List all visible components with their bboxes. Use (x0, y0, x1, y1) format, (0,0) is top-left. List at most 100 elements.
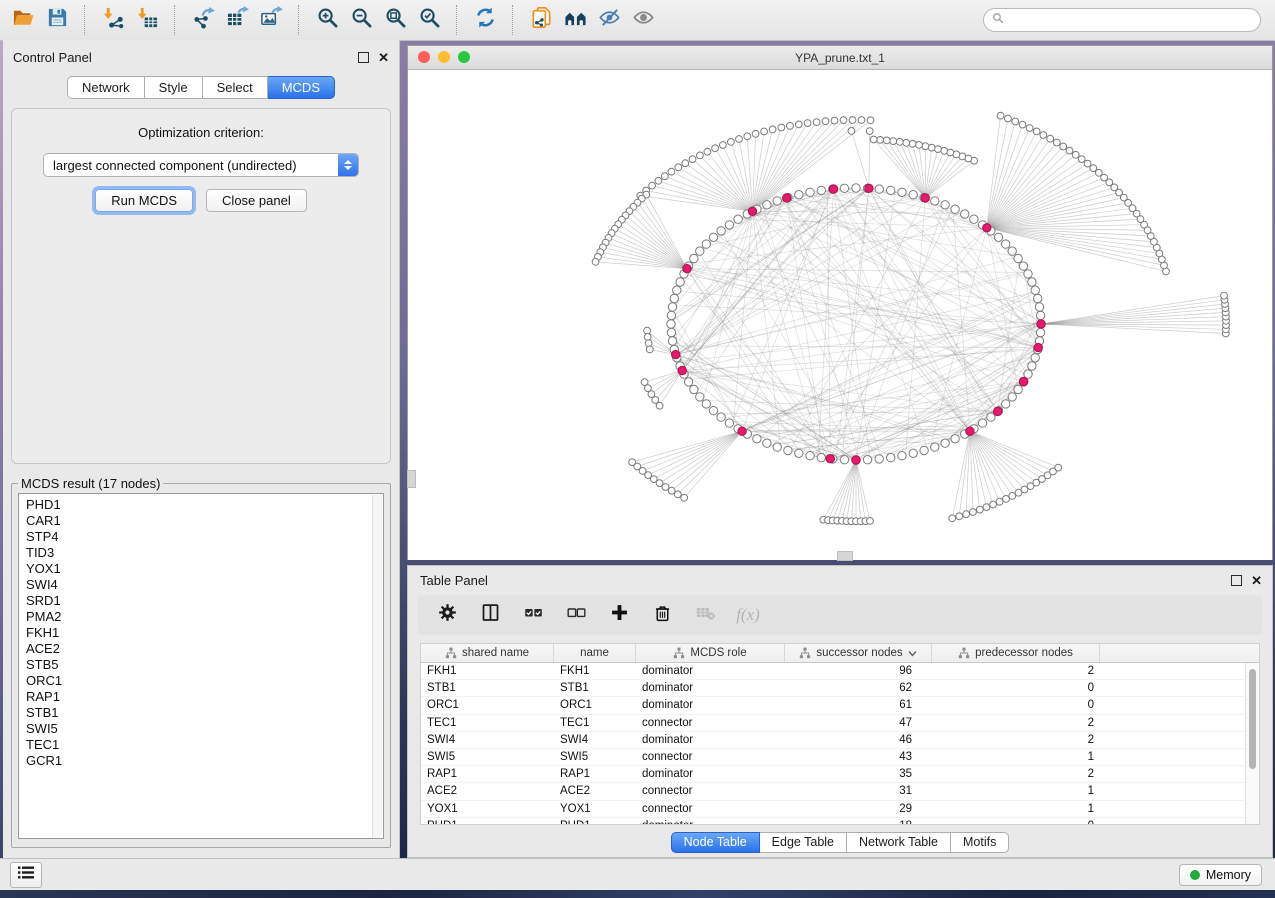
zoom-traffic-light[interactable] (458, 51, 470, 63)
save-floppy-icon (46, 6, 69, 34)
export-network-button[interactable] (186, 4, 220, 36)
add-column-button[interactable] (606, 602, 632, 628)
list-item[interactable]: STP4 (26, 529, 383, 545)
save-session-button[interactable] (40, 4, 74, 36)
table-row[interactable]: ACE2ACE2connector311 (421, 783, 1259, 800)
close-panel-icon[interactable]: ✕ (1251, 574, 1262, 587)
network-graph[interactable] (408, 70, 1272, 560)
list-item[interactable]: PHD1 (26, 497, 383, 513)
mcds-result-list[interactable]: PHD1 CAR1 STP4 TID3 YOX1 SWI4 SRD1 PMA2 … (18, 493, 384, 839)
zoom-out-button[interactable] (344, 4, 378, 36)
split-pane-handle[interactable] (837, 551, 853, 561)
column-header-predecessor-nodes[interactable]: predecessor nodes (932, 644, 1100, 662)
memory-button[interactable]: Memory (1179, 864, 1262, 886)
table-panel-header: Table Panel ✕ (408, 566, 1272, 592)
column-header-successor-nodes[interactable]: successor nodes (785, 644, 932, 662)
zoom-fit-button[interactable] (378, 4, 412, 36)
network-window-titlebar[interactable]: YPA_prune.txt_1 (408, 46, 1272, 70)
list-item[interactable]: ACE2 (26, 641, 383, 657)
list-item[interactable]: STB1 (26, 705, 383, 721)
tab-mcds[interactable]: MCDS (268, 76, 335, 99)
show-columns-button[interactable] (477, 602, 503, 628)
table-scrollbar[interactable] (1245, 663, 1259, 824)
column-header-shared-name[interactable]: shared name (421, 644, 554, 662)
table-row[interactable]: SWI4SWI4dominator462 (421, 732, 1259, 749)
select-all-button[interactable] (520, 602, 546, 628)
table-row[interactable]: YOX1YOX1connector291 (421, 801, 1259, 818)
table-row[interactable]: RAP1RAP1dominator352 (421, 766, 1259, 783)
table-toolbar: f(x) (418, 595, 1262, 635)
scrollbar-thumb[interactable] (1249, 669, 1256, 769)
tab-style[interactable]: Style (145, 76, 203, 99)
list-item[interactable]: YOX1 (26, 561, 383, 577)
tab-network-table[interactable]: Network Table (847, 832, 951, 853)
list-item[interactable]: RAP1 (26, 689, 383, 705)
deselect-all-button[interactable] (563, 602, 589, 628)
export-image-button[interactable] (254, 4, 288, 36)
table-row[interactable]: SWI5SWI5connector431 (421, 749, 1259, 766)
table-row[interactable]: ORC1ORC1dominator610 (421, 697, 1259, 714)
column-header-name[interactable]: name (554, 644, 636, 662)
close-panel-button[interactable]: Close panel (206, 189, 307, 212)
open-session-button[interactable] (6, 4, 40, 36)
search-input[interactable] (1009, 10, 1260, 30)
list-item[interactable]: SRD1 (26, 593, 383, 609)
task-history-button[interactable] (10, 862, 42, 888)
first-neighbors-button[interactable] (558, 4, 592, 36)
hide-selected-button[interactable] (592, 4, 626, 36)
table-row[interactable]: FKH1FKH1dominator962 (421, 663, 1259, 680)
zoom-in-button[interactable] (310, 4, 344, 36)
refresh-layout-button[interactable] (468, 4, 502, 36)
close-traffic-light[interactable] (418, 51, 430, 63)
export-table-button[interactable] (220, 4, 254, 36)
list-item[interactable]: FKH1 (26, 625, 383, 641)
table-row[interactable]: PHD1PHD1dominator180 (421, 818, 1259, 825)
delete-column-button[interactable] (649, 602, 675, 628)
table-row[interactable]: STB1STB1dominator620 (421, 680, 1259, 697)
column-header-filler (1100, 644, 1259, 662)
float-panel-icon[interactable] (1231, 575, 1242, 586)
mcds-result-title: MCDS result (17 nodes) (18, 476, 163, 491)
column-header-mcds-role[interactable]: MCDS role (636, 644, 785, 662)
network-canvas[interactable] (408, 70, 1272, 560)
clone-document-icon (530, 6, 553, 34)
list-item[interactable]: ORC1 (26, 673, 383, 689)
tab-select[interactable]: Select (203, 76, 268, 99)
table-settings-button[interactable] (434, 602, 460, 628)
tab-motifs[interactable]: Motifs (951, 832, 1009, 853)
zoom-in-icon (316, 6, 339, 34)
table-row[interactable]: TEC1TEC1connector472 (421, 715, 1259, 732)
list-item[interactable]: TEC1 (26, 737, 383, 753)
gear-icon (437, 602, 458, 628)
list-item[interactable]: SWI5 (26, 721, 383, 737)
run-mcds-button[interactable]: Run MCDS (95, 189, 193, 212)
minimize-traffic-light[interactable] (438, 51, 450, 63)
import-table-button[interactable] (130, 4, 164, 36)
list-item[interactable]: STB5 (26, 657, 383, 673)
list-item[interactable]: CAR1 (26, 513, 383, 529)
list-item[interactable]: SWI4 (26, 577, 383, 593)
list-item[interactable]: PMA2 (26, 609, 383, 625)
list-item[interactable]: GCR1 (26, 753, 383, 769)
list-item[interactable]: TID3 (26, 545, 383, 561)
tab-network[interactable]: Network (67, 76, 145, 99)
clone-network-button[interactable] (524, 4, 558, 36)
mcds-panel: Optimization criterion: largest connecte… (11, 108, 391, 464)
zoom-selected-button[interactable] (412, 4, 446, 36)
import-network-button[interactable] (96, 4, 130, 36)
split-pane-handle[interactable] (407, 470, 416, 488)
table-panel: Table Panel ✕ f(x) shared name (407, 565, 1273, 858)
list-scrollbar[interactable] (372, 495, 382, 837)
network-column-icon (673, 647, 685, 659)
refresh-icon (474, 6, 497, 34)
search-icon (992, 11, 1004, 29)
tab-node-table[interactable]: Node Table (671, 832, 760, 853)
search-box[interactable] (983, 8, 1261, 32)
optimization-criterion-select[interactable]: largest connected component (undirected) (43, 153, 359, 177)
memory-status-icon (1190, 870, 1200, 880)
show-all-button[interactable] (626, 4, 660, 36)
float-panel-icon[interactable] (358, 52, 369, 63)
export-image-icon (260, 6, 283, 34)
tab-edge-table[interactable]: Edge Table (760, 832, 847, 853)
close-panel-icon[interactable]: ✕ (378, 51, 389, 64)
